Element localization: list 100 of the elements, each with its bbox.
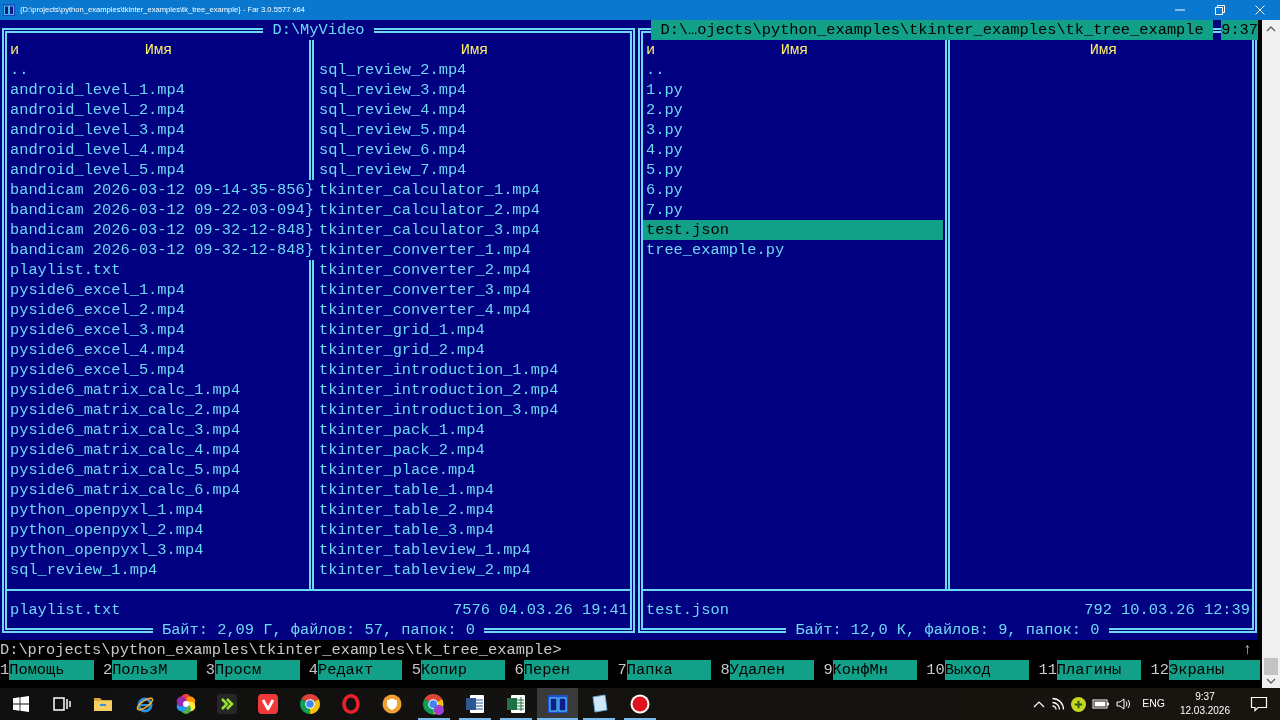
function-key-button[interactable]: Экраны [1168,660,1260,680]
chevron-up-icon[interactable] [1033,700,1046,708]
plus-circle-icon[interactable] [1071,696,1087,712]
file-item[interactable]: sql_review_6.mp4 [316,140,630,160]
file-item[interactable]: sql_review_1.mp4 [7,560,307,580]
battery-icon[interactable] [1092,697,1110,711]
close-icon[interactable] [1255,5,1265,15]
file-item[interactable]: python_openpyxl_2.mp4 [7,520,307,540]
file-item[interactable]: pyside6_excel_4.mp4 [7,340,307,360]
o-ring-icon [341,694,361,714]
function-key-button[interactable]: Помощь [9,660,94,680]
file-details: 792 10.03.26 12:39 [1084,600,1250,620]
file-item[interactable]: tkinter_introduction_1.mp4 [316,360,630,380]
scroll-up-icon[interactable] [1266,26,1276,32]
file-item[interactable]: sql_review_4.mp4 [316,100,630,120]
file-item[interactable]: bandicam 2026-03-12 09-22-03-094} [7,200,316,220]
file-item[interactable]: python_openpyxl_1.mp4 [7,500,307,520]
scrollbar[interactable] [1262,20,1280,688]
speaker-icon[interactable] [1115,697,1132,711]
function-key-button[interactable]: ПользМ [112,660,197,680]
function-key-button[interactable]: Удален [729,660,815,680]
function-key-button[interactable]: КонфМн [832,660,918,680]
key-number: 11 [1038,660,1057,680]
file-item[interactable]: tkinter_grid_1.mp4 [316,320,630,340]
file-item[interactable]: tkinter_converter_1.mp4 [316,240,630,260]
tray-date[interactable]: 12.03.2026 [1179,704,1230,718]
file-item[interactable]: pyside6_excel_2.mp4 [7,300,307,320]
file-item[interactable]: .. [643,60,943,80]
key-number: 2 [102,660,113,680]
key-number: 7 [617,660,627,680]
file-item[interactable]: android_level_3.mp4 [7,120,307,140]
folder-icon [93,696,114,712]
column-header: Имя [1089,40,1118,60]
file-item[interactable]: pyside6_excel_5.mp4 [7,360,307,380]
panel-totals: Байт: 2,09 Г, файлов: 57, папок: 0 [152,620,485,640]
language-indicator[interactable]: ENG [1142,696,1165,712]
file-item[interactable]: tkinter_calculator_1.mp4 [316,180,630,200]
wifi-signal-icon[interactable] [1051,697,1066,711]
file-item[interactable]: 2.py [643,100,943,120]
function-key-button[interactable]: Выход [944,660,1030,680]
file-item[interactable]: tkinter_introduction_3.mp4 [316,400,630,420]
file-item[interactable]: tkinter_converter_2.mp4 [316,260,630,280]
file-item[interactable]: sql_review_5.mp4 [316,120,630,140]
file-item[interactable]: bandicam 2026-03-12 09-14-35-856} [7,180,316,200]
file-item[interactable]: pyside6_matrix_calc_4.mp4 [7,440,307,460]
scroll-down-icon[interactable] [1266,678,1276,684]
file-item[interactable]: pyside6_matrix_calc_2.mp4 [7,400,307,420]
function-key-button[interactable]: Копир [420,660,506,680]
file-item[interactable]: 3.py [643,120,943,140]
file-item[interactable]: 5.py [643,160,943,180]
file-item[interactable]: 4.py [643,140,943,160]
file-item[interactable]: pyside6_excel_1.mp4 [7,280,307,300]
file-item[interactable]: tkinter_tableview_2.mp4 [316,560,630,580]
file-item[interactable]: tkinter_converter_3.mp4 [316,280,630,300]
file-item[interactable]: .. [7,60,307,80]
function-key-button[interactable]: Просм [215,660,300,680]
file-item[interactable]: tkinter_pack_2.mp4 [316,440,630,460]
file-item[interactable]: pyside6_matrix_calc_3.mp4 [7,420,307,440]
file-item[interactable]: tkinter_table_2.mp4 [316,500,630,520]
app-tile-icon [217,694,238,714]
file-item[interactable]: android_level_5.mp4 [7,160,307,180]
restore-icon[interactable] [1215,5,1225,15]
file-item[interactable]: tkinter_tableview_1.mp4 [316,540,630,560]
file-item[interactable]: pyside6_matrix_calc_1.mp4 [7,380,307,400]
file-item[interactable]: 6.py [643,180,943,200]
file-item[interactable]: bandicam 2026-03-12 09-32-12-848} [7,240,316,260]
scrollbar-thumb[interactable] [1264,658,1278,675]
file-item[interactable]: tree_example.py [643,240,943,260]
file-item[interactable]: tkinter_converter_4.mp4 [316,300,630,320]
file-item[interactable]: tkinter_pack_1.mp4 [316,420,630,440]
file-item[interactable]: android_level_4.mp4 [7,140,307,160]
file-item[interactable]: sql_review_7.mp4 [316,160,630,180]
file-item[interactable]: python_openpyxl_3.mp4 [7,540,307,560]
file-item[interactable]: bandicam 2026-03-12 09-32-12-848} [7,220,316,240]
file-item[interactable]: pyside6_matrix_calc_6.mp4 [7,480,307,500]
file-item[interactable]: pyside6_excel_3.mp4 [7,320,307,340]
panel-totals: Байт: 12,0 К, файлов: 9, папок: 0 [786,620,1109,640]
file-item[interactable]: sql_review_2.mp4 [316,60,630,80]
file-item[interactable]: tkinter_place.mp4 [316,460,630,480]
file-item[interactable]: playlist.txt [7,260,307,280]
file-item[interactable]: tkinter_introduction_2.mp4 [316,380,630,400]
file-item[interactable]: tkinter_calculator_2.mp4 [316,200,630,220]
command-line-field[interactable]: D:\projects\python_examples\tkinter_examples\tk_tree_example> [0,640,1243,660]
file-item[interactable]: 1.py [643,80,943,100]
file-item[interactable]: sql_review_3.mp4 [316,80,630,100]
file-item[interactable]: android_level_1.mp4 [7,80,307,100]
taskbar-button[interactable] [536,688,579,720]
function-key-button[interactable]: Перен [523,660,609,680]
tray-time[interactable]: 9:37 [1179,690,1230,704]
file-item[interactable]: test.json [643,220,943,240]
file-item[interactable]: pyside6_matrix_calc_5.mp4 [7,460,307,480]
notification-icon[interactable] [1250,696,1268,712]
file-item[interactable]: tkinter_grid_2.mp4 [316,340,630,360]
file-item[interactable]: tkinter_table_3.mp4 [316,520,630,540]
file-item[interactable]: 7.py [643,200,943,220]
file-item[interactable]: tkinter_calculator_3.mp4 [316,220,630,240]
file-item[interactable]: android_level_2.mp4 [7,100,307,120]
function-key-button[interactable]: Папка [626,660,712,680]
file-item[interactable]: tkinter_table_1.mp4 [316,480,630,500]
column-header: Имя [460,40,489,60]
